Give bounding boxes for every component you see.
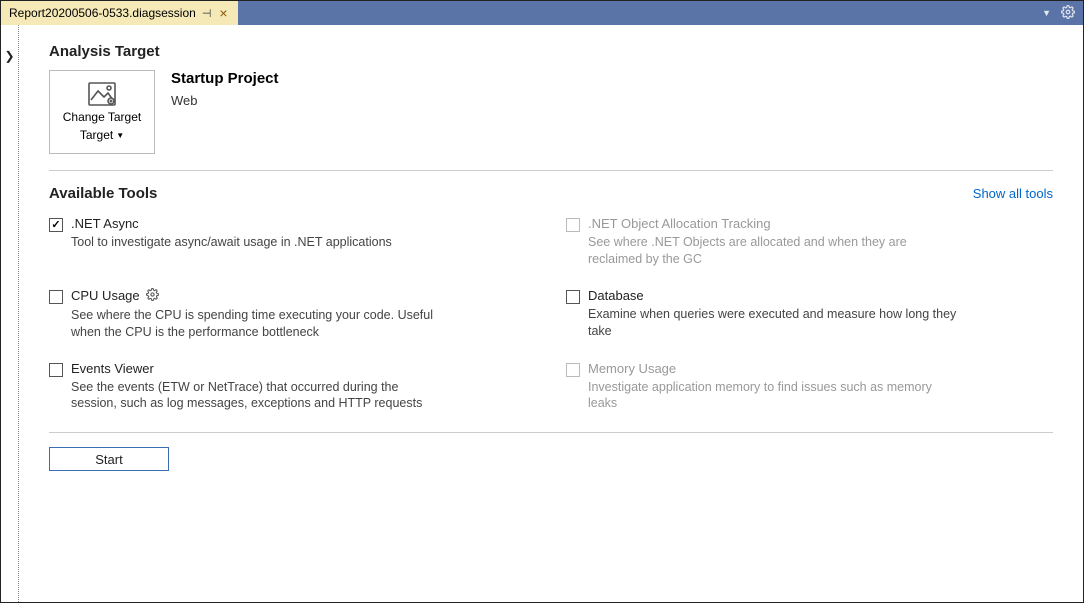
tool-desc: Tool to investigate async/await usage in… [71,234,441,251]
gear-icon[interactable] [1061,5,1075,22]
tool-events-viewer: Events Viewer See the events (ETW or Net… [49,361,536,413]
tool-desc: See the events (ETW or NetTrace) that oc… [71,379,441,413]
tool-desc: Investigate application memory to find i… [588,379,958,413]
start-button[interactable]: Start [49,447,169,471]
tool-checkbox[interactable] [49,363,63,377]
project-type: Web [171,93,279,108]
gear-icon[interactable] [146,288,159,304]
change-target-button[interactable]: Change Target Target ▼ [49,70,155,154]
tool-title: .NET Object Allocation Tracking [588,216,1053,231]
tool-title: Events Viewer [71,361,536,376]
dropdown-icon: ▼ [116,131,124,140]
analysis-target-heading: Analysis Target [49,43,1053,60]
tool-checkbox [566,218,580,232]
tool-checkbox [566,363,580,377]
tool-cpu-usage: CPU Usage See where the CPU is spending … [49,288,536,341]
target-info: Startup Project Web [171,70,279,154]
titlebar-controls: ▼ [1042,1,1083,25]
divider [49,170,1053,171]
tools-grid: .NET Async Tool to investigate async/awa… [49,216,1053,412]
change-target-sublabel: Target [80,128,113,142]
document-tab[interactable]: Report20200506-0533.diagsession ⊣ × [1,1,239,25]
tool-title: Database [588,288,1053,303]
titlebar: Report20200506-0533.diagsession ⊣ × ▼ [1,1,1083,25]
change-target-label: Change Target [63,110,142,124]
tool-checkbox[interactable] [566,290,580,304]
tool-title: CPU Usage [71,288,140,303]
tool-title: .NET Async [71,216,536,231]
tool-checkbox[interactable] [49,218,63,232]
tool-checkbox[interactable] [49,290,63,304]
tool-title: Memory Usage [588,361,1053,376]
tab-title: Report20200506-0533.diagsession [9,6,196,20]
chevron-right-icon: ❯ [4,49,14,63]
window-menu-icon[interactable]: ▼ [1042,8,1051,18]
target-image-icon [88,82,116,106]
available-tools-heading: Available Tools [49,185,157,202]
main-content: Analysis Target Change Target Target ▼ S… [19,25,1083,602]
divider [49,432,1053,433]
tool-net-object-allocation: .NET Object Allocation Tracking See wher… [566,216,1053,268]
tool-memory-usage: Memory Usage Investigate application mem… [566,361,1053,413]
tool-desc: Examine when queries were executed and m… [588,306,958,340]
pin-icon[interactable]: ⊣ [202,7,212,20]
show-all-tools-link[interactable]: Show all tools [973,186,1053,201]
panel-expand-handle[interactable]: ❯ [1,25,19,602]
project-name: Startup Project [171,70,279,87]
tool-database: Database Examine when queries were execu… [566,288,1053,341]
tool-desc: See where the CPU is spending time execu… [71,307,441,341]
close-icon[interactable]: × [217,5,229,21]
tool-desc: See where .NET Objects are allocated and… [588,234,958,268]
tool-net-async: .NET Async Tool to investigate async/awa… [49,216,536,268]
